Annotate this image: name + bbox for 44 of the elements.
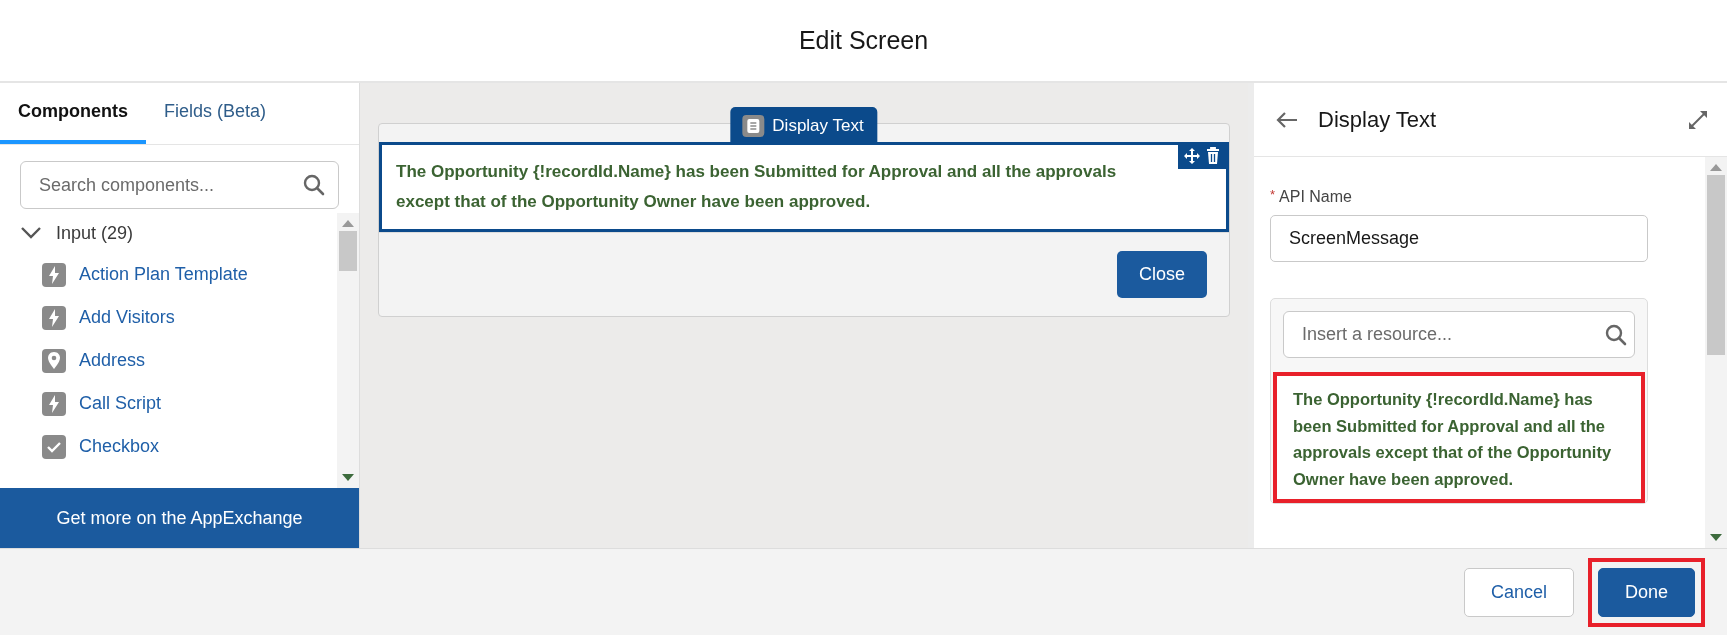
back-arrow-icon[interactable] [1276,111,1298,128]
trash-icon[interactable] [1205,147,1221,165]
display-text-message[interactable]: The Opportunity {!recordId.Name} has been Submitted for Approval and all the approvals except that of the Opportunity Owner have been approved. [379,142,1229,232]
panel-tab[interactable]: Fields (Beta) [146,83,285,144]
close-button[interactable]: Close [1116,250,1207,298]
search-icon[interactable] [303,174,325,196]
move-icon[interactable] [1183,147,1201,165]
lightning-icon [42,391,66,416]
message-text[interactable]: The Opportunity {!recordId.Name} has been Submitted for Approval and all the approvals except that of the Opportunity Owner have been approved. [1273,372,1645,503]
expand-icon[interactable] [1687,108,1709,131]
scrollbar[interactable] [337,213,359,488]
scroll-up-arrow-icon[interactable] [342,219,354,227]
tab-label: Display Text [772,115,864,137]
resource-search-field[interactable]: Insert a resource... [1283,311,1635,358]
component-item[interactable]: Address [79,347,146,374]
group-label[interactable]: Input (29) [56,219,134,247]
appexchange-link[interactable]: Get more on the AppExchange [0,488,359,548]
component-item[interactable]: Call Script [79,390,162,417]
chevron-icon[interactable] [20,226,42,240]
search-field[interactable]: Search components... [20,161,339,209]
component-item[interactable]: Checkbox [79,433,160,460]
component-item[interactable]: Action Plan Template [79,261,248,288]
scrollbar-thumb[interactable] [1707,175,1725,355]
panel-tab[interactable]: Components [0,83,146,144]
lightning-icon [42,305,66,330]
checkmark-icon [42,434,66,459]
component-tab[interactable]: Display Text [730,107,878,145]
scroll-down-arrow-icon[interactable] [1710,534,1722,542]
field-label: API Name [1279,187,1352,207]
lightning-icon [42,262,66,287]
done-button[interactable]: Done [1597,567,1695,617]
panel-title: Display Text [1318,106,1438,134]
component-item[interactable]: Add Visitors [79,304,175,331]
scrollbar-thumb[interactable] [339,231,357,271]
api-name-field[interactable]: ScreenMessage [1270,215,1648,262]
scrollbar[interactable] [1705,157,1727,548]
scroll-up-arrow-icon[interactable] [1710,163,1722,171]
cancel-button[interactable]: Cancel [1463,567,1574,617]
window-title: Edit Screen [798,24,929,56]
search-icon[interactable] [1605,324,1627,346]
required-marker: * [1270,186,1276,204]
location-pin-icon [42,348,66,373]
text-block-icon [742,114,765,137]
scroll-down-arrow-icon[interactable] [342,474,354,482]
